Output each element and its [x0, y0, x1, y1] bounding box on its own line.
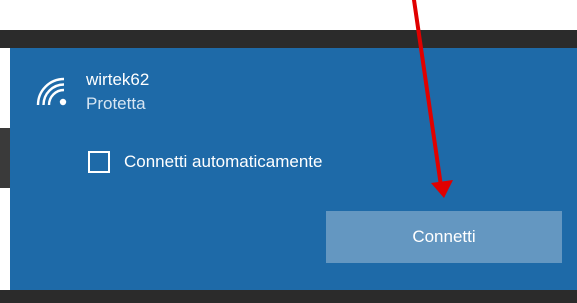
connect-button[interactable]: Connetti [326, 211, 562, 263]
background-strip [0, 0, 577, 30]
wifi-network-panel: wirtek62 Protetta Connetti automaticamen… [10, 48, 577, 290]
taskbar-edge [0, 290, 577, 303]
network-name: wirtek62 [86, 70, 150, 89]
auto-connect-checkbox[interactable] [88, 151, 110, 173]
window-edge-bar [0, 30, 577, 48]
wifi-secured-icon [36, 77, 67, 106]
auto-connect-label[interactable]: Connetti automaticamente [124, 152, 322, 172]
left-edge-shadow [0, 128, 10, 188]
screen: { "network": { "ssid": "wirtek62", "secu… [0, 0, 577, 303]
network-security-status: Protetta [86, 94, 146, 113]
connect-button-label: Connetti [412, 227, 476, 246]
